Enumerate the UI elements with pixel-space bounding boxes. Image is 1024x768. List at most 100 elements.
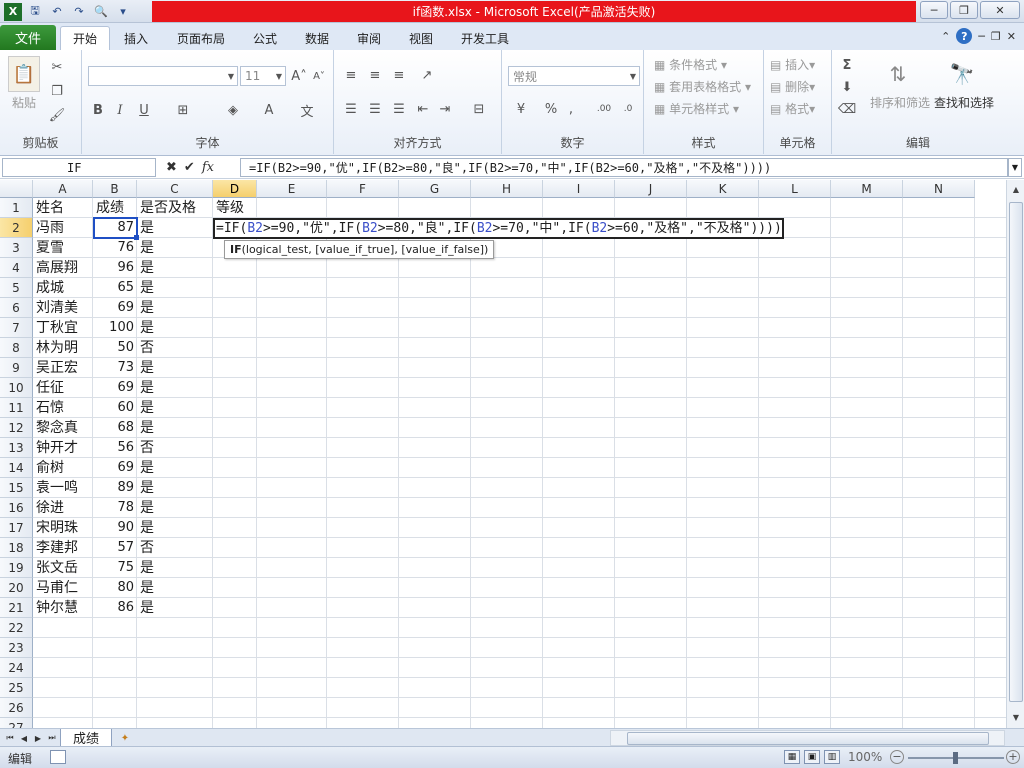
name-cell[interactable]: 丁秋宜	[33, 318, 93, 338]
align-middle-icon[interactable]: ≡	[366, 66, 384, 84]
column-header-g[interactable]: G	[399, 180, 471, 198]
name-cell[interactable]: 高展翔	[33, 258, 93, 278]
score-cell[interactable]: 69	[93, 458, 137, 478]
fill-color-icon[interactable]: ◈	[222, 100, 244, 120]
column-header-j[interactable]: J	[615, 180, 687, 198]
insert-function-icon[interactable]: fx	[202, 160, 214, 175]
row-header[interactable]: 1	[0, 198, 33, 218]
pass-cell[interactable]: 是	[137, 398, 213, 418]
format-cells-button[interactable]: ▤ 格式▾	[770, 100, 815, 117]
name-box[interactable]: IF	[2, 158, 156, 177]
column-header-n[interactable]: N	[903, 180, 975, 198]
customize-icon[interactable]: ▾	[114, 3, 132, 21]
macro-record-icon[interactable]	[50, 750, 66, 764]
pass-cell[interactable]: 是	[137, 478, 213, 498]
merge-center-icon[interactable]: ⊟	[468, 100, 490, 118]
align-left-icon[interactable]: ☰	[342, 100, 360, 118]
row-header[interactable]: 25	[0, 678, 33, 698]
increase-decimal-icon[interactable]: .00	[594, 100, 614, 118]
delete-cells-button[interactable]: ▤ 删除▾	[770, 78, 815, 95]
score-cell[interactable]: 90	[93, 518, 137, 538]
name-cell[interactable]: 林为明	[33, 338, 93, 358]
clear-icon[interactable]: ⌫	[838, 100, 856, 118]
pass-cell[interactable]: 否	[137, 438, 213, 458]
align-bottom-icon[interactable]: ≡	[390, 66, 408, 84]
bold-icon[interactable]: B	[90, 100, 106, 120]
row-header[interactable]: 21	[0, 598, 33, 618]
horizontal-scrollbar[interactable]	[610, 730, 1005, 746]
font-color-icon[interactable]: A	[258, 100, 280, 120]
header-cell[interactable]: 等级	[213, 198, 257, 218]
enter-icon[interactable]: ✔	[184, 160, 195, 175]
row-header[interactable]: 16	[0, 498, 33, 518]
tab-developer[interactable]: 开发工具	[450, 26, 520, 50]
row-header[interactable]: 23	[0, 638, 33, 658]
pass-cell[interactable]: 是	[137, 378, 213, 398]
currency-icon[interactable]: ¥	[510, 100, 532, 118]
font-size-combo[interactable]: 11 ▼	[240, 66, 286, 86]
row-header[interactable]: 20	[0, 578, 33, 598]
increase-indent-icon[interactable]: ⇥	[436, 100, 454, 118]
shrink-font-icon[interactable]: A˅	[310, 66, 328, 86]
column-header-b[interactable]: B	[93, 180, 137, 198]
score-cell[interactable]: 69	[93, 378, 137, 398]
borders-icon[interactable]: ⊞	[172, 100, 194, 120]
pass-cell[interactable]: 是	[137, 258, 213, 278]
column-header-l[interactable]: L	[759, 180, 831, 198]
pass-cell[interactable]: 是	[137, 218, 213, 238]
workbook-minimize-icon[interactable]: ─	[978, 30, 985, 43]
workbook-close-icon[interactable]: ✕	[1007, 30, 1016, 43]
tab-view[interactable]: 视图	[398, 26, 444, 50]
autosum-icon[interactable]: Σ	[838, 56, 856, 74]
score-cell[interactable]: 56	[93, 438, 137, 458]
pass-cell[interactable]: 是	[137, 518, 213, 538]
score-cell[interactable]: 89	[93, 478, 137, 498]
name-cell[interactable]: 宋明珠	[33, 518, 93, 538]
page-layout-view-icon[interactable]: ▣	[804, 750, 820, 764]
collapse-ribbon-icon[interactable]: ⌃	[941, 30, 950, 43]
zoom-slider-thumb[interactable]	[953, 752, 958, 764]
select-all-corner[interactable]	[0, 180, 33, 198]
normal-view-icon[interactable]: ▦	[784, 750, 800, 764]
in-cell-editor[interactable]: =IF(B2>=90,"优",IF(B2>=80,"良",IF(B2>=70,"…	[213, 218, 784, 239]
zoom-in-icon[interactable]: +	[1006, 750, 1020, 764]
row-header[interactable]: 11	[0, 398, 33, 418]
column-header-h[interactable]: H	[471, 180, 543, 198]
row-header[interactable]: 24	[0, 658, 33, 678]
tab-home[interactable]: 开始	[60, 26, 110, 50]
row-header[interactable]: 15	[0, 478, 33, 498]
workbook-restore-icon[interactable]: ❐	[991, 30, 1001, 43]
pass-cell[interactable]: 是	[137, 418, 213, 438]
score-cell[interactable]: 86	[93, 598, 137, 618]
pass-cell[interactable]: 否	[137, 538, 213, 558]
row-header[interactable]: 12	[0, 418, 33, 438]
row-header[interactable]: 5	[0, 278, 33, 298]
score-cell[interactable]: 76	[93, 238, 137, 258]
scroll-down-icon[interactable]: ▼	[1009, 710, 1023, 724]
score-cell[interactable]: 100	[93, 318, 137, 338]
row-header[interactable]: 22	[0, 618, 33, 638]
row-header[interactable]: 18	[0, 538, 33, 558]
insert-sheet-icon[interactable]: ✦	[114, 730, 136, 746]
row-header[interactable]: 6	[0, 298, 33, 318]
column-header-a[interactable]: A	[33, 180, 93, 198]
score-cell[interactable]: 68	[93, 418, 137, 438]
row-header[interactable]: 8	[0, 338, 33, 358]
column-header-e[interactable]: E	[257, 180, 327, 198]
pass-cell[interactable]: 是	[137, 498, 213, 518]
cell-styles-button[interactable]: ▦ 单元格样式 ▾	[654, 100, 739, 117]
pass-cell[interactable]: 是	[137, 598, 213, 618]
format-as-table-button[interactable]: ▦ 套用表格格式 ▾	[654, 78, 751, 95]
next-sheet-icon[interactable]: ▶	[32, 731, 44, 745]
vertical-scroll-thumb[interactable]	[1009, 202, 1023, 702]
name-cell[interactable]: 石惊	[33, 398, 93, 418]
row-header[interactable]: 19	[0, 558, 33, 578]
horizontal-scroll-thumb[interactable]	[627, 732, 989, 745]
score-cell[interactable]: 75	[93, 558, 137, 578]
name-cell[interactable]: 钟尔慧	[33, 598, 93, 618]
formula-input[interactable]: =IF(B2>=90,"优",IF(B2>=80,"良",IF(B2>=70,"…	[240, 158, 1008, 177]
name-cell[interactable]: 黎念真	[33, 418, 93, 438]
grow-font-icon[interactable]: A˄	[290, 66, 308, 86]
pass-cell[interactable]: 是	[137, 238, 213, 258]
pass-cell[interactable]: 是	[137, 298, 213, 318]
